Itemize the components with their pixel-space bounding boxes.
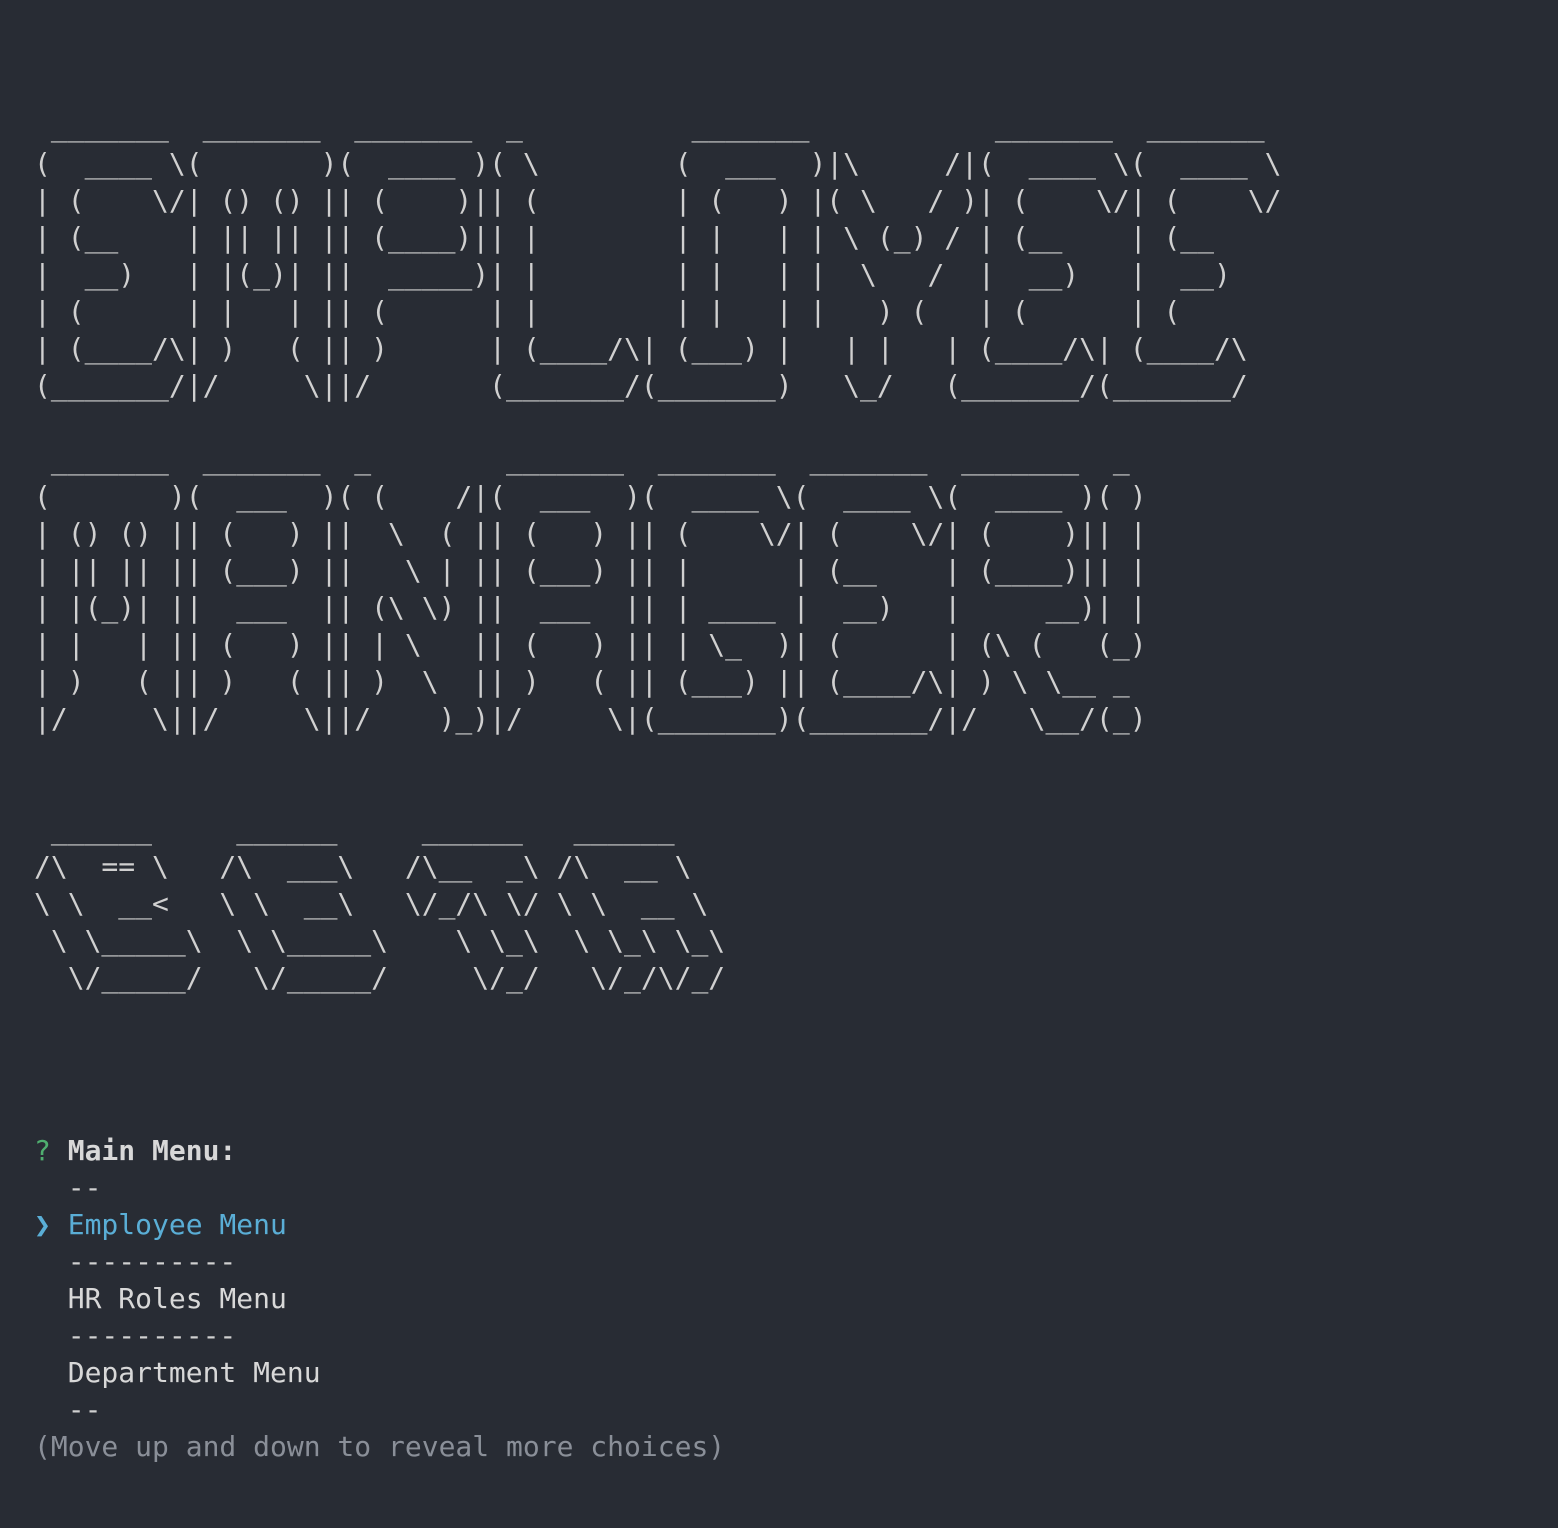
menu-item-label: HR Roles Menu	[67, 1282, 287, 1315]
menu-item-label: Department Menu	[67, 1356, 321, 1389]
menu-item-label: Employee Menu	[67, 1208, 287, 1241]
main-menu-prompt[interactable]: ? Main Menu: -- ❯ Employee Menu --------…	[34, 1132, 725, 1465]
ascii-banner-employee: _______ _______ _______ _ _______ ______…	[34, 110, 1282, 402]
terminal-window: _______ _______ _______ _ _______ ______…	[34, 0, 1558, 1528]
ascii-banner-beta: ______ ______ ______ ______ /\ == \ /\ _…	[34, 813, 726, 994]
question-mark-icon: ?	[34, 1134, 51, 1167]
menu-item-hr-roles-menu[interactable]: HR Roles Menu	[34, 1280, 725, 1317]
menu-separator: ----------	[34, 1319, 237, 1352]
menu-item-employee-menu[interactable]: ❯ Employee Menu	[34, 1206, 725, 1243]
ascii-banner-manager: _______ _______ _ _______ _______ ______…	[34, 443, 1147, 735]
pointer-icon: ❯	[34, 1208, 51, 1241]
menu-separator: ----------	[34, 1245, 237, 1278]
menu-separator: --	[34, 1393, 102, 1426]
menu-item-department-menu[interactable]: Department Menu	[34, 1354, 725, 1391]
prompt-label: Main Menu:	[67, 1134, 237, 1167]
menu-separator: --	[34, 1171, 102, 1204]
prompt-header: ? Main Menu:	[34, 1132, 725, 1169]
navigation-hint: (Move up and down to reveal more choices…	[34, 1430, 726, 1463]
